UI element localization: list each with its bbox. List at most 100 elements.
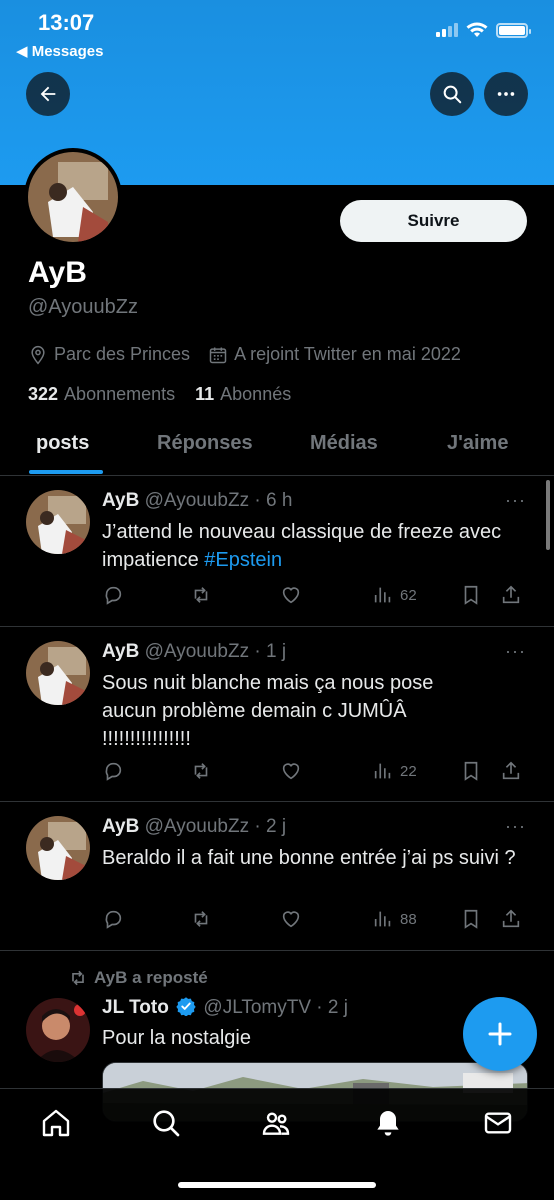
repost-indicator: AyB a reposté	[68, 968, 208, 988]
post-avatar[interactable]	[26, 490, 90, 554]
battery-icon	[496, 22, 531, 38]
views-count: 22	[400, 762, 417, 780]
post-more-button[interactable]: ···	[505, 816, 526, 837]
post-more-button[interactable]: ···	[505, 490, 526, 511]
like-button[interactable]	[280, 584, 302, 606]
nav-notifications[interactable]	[372, 1107, 406, 1141]
reply-icon	[105, 910, 122, 929]
post-author-name[interactable]: AyB	[102, 641, 139, 662]
status-time: 13:07	[38, 10, 95, 35]
following-count[interactable]: 322	[28, 384, 58, 405]
post-author-meta: @AyouubZz · 2 j	[144, 816, 287, 837]
views-button[interactable]: 22	[372, 760, 417, 782]
nav-communities[interactable]	[260, 1107, 294, 1141]
follow-button[interactable]: Suivre	[340, 200, 527, 242]
bookmark-button[interactable]	[460, 584, 482, 606]
search-icon	[443, 85, 462, 104]
post-item[interactable]: AyB @AyouubZz · 1 j ··· Sous nuit blanch…	[0, 627, 554, 802]
reply-icon	[105, 586, 122, 605]
following-label[interactable]: Abonnements	[64, 384, 175, 405]
back-to-messages-link[interactable]: ◀ Messages	[16, 42, 103, 60]
tab-media[interactable]: Médias	[310, 432, 378, 455]
post-item[interactable]: AyB @AyouubZz · 2 j ··· Beraldo il a fai…	[0, 802, 554, 951]
profile-avatar[interactable]	[24, 148, 122, 246]
compose-post-button[interactable]	[463, 997, 537, 1071]
home-icon	[42, 1109, 70, 1137]
tab-likes[interactable]: J'aime	[447, 432, 508, 455]
profile-meta: Parc des Princes A rejoint Twitter en ma…	[28, 344, 461, 365]
post-item[interactable]: AyB @AyouubZz · 6 h ··· J’attend le nouv…	[0, 476, 554, 627]
tab-replies[interactable]: Réponses	[157, 432, 253, 455]
post-header: AyB @AyouubZz · 2 j	[102, 816, 286, 838]
share-button[interactable]	[500, 908, 522, 930]
verified-badge-icon	[176, 997, 196, 1016]
post-more-button[interactable]: ···	[505, 641, 526, 662]
bell-icon	[377, 1111, 399, 1136]
heart-icon	[282, 587, 300, 604]
views-button[interactable]: 62	[372, 584, 417, 606]
post-author-meta: @AyouubZz · 1 j	[144, 641, 287, 662]
views-chart-icon	[374, 911, 391, 927]
like-button[interactable]	[280, 760, 302, 782]
retweet-icon	[72, 970, 84, 986]
post-header: AyB @AyouubZz · 6 h	[102, 490, 292, 512]
post-avatar[interactable]	[26, 816, 90, 880]
retweet-button[interactable]	[190, 760, 212, 782]
post-author-name[interactable]: AyB	[102, 490, 139, 511]
avatar-photo	[28, 152, 118, 242]
plus-icon	[488, 1022, 512, 1046]
nav-home[interactable]	[40, 1107, 74, 1141]
views-chart-icon	[374, 587, 391, 603]
reply-button[interactable]	[102, 908, 124, 930]
tab-posts[interactable]: posts	[36, 432, 89, 455]
like-button[interactable]	[280, 908, 302, 930]
followers-count[interactable]: 11	[195, 384, 214, 405]
post-text: Sous nuit blanche mais ça nous pose aucu…	[102, 672, 434, 750]
post-author-name[interactable]: AyB	[102, 816, 139, 837]
back-button[interactable]	[26, 72, 70, 116]
share-button[interactable]	[500, 584, 522, 606]
more-options-button[interactable]	[484, 72, 528, 116]
home-indicator[interactable]	[178, 1182, 376, 1188]
post-actions: 88	[102, 908, 532, 932]
bookmark-button[interactable]	[460, 908, 482, 930]
wifi-icon	[466, 22, 488, 37]
retweet-icon	[194, 911, 208, 927]
post-text: Beraldo il a fait une bonne entrée j’ai …	[102, 847, 516, 869]
retweet-button[interactable]	[190, 584, 212, 606]
views-chart-icon	[374, 763, 391, 779]
post-author-meta: @JLTomyTV · 2 j	[203, 997, 348, 1018]
repost-label[interactable]: AyB a reposté	[94, 968, 208, 988]
search-button[interactable]	[430, 72, 474, 116]
more-horizontal-icon	[497, 92, 515, 96]
post-author-name[interactable]: JL Toto	[102, 997, 169, 1018]
post-text: Pour la nostalgie	[102, 1027, 251, 1049]
share-icon	[502, 761, 520, 780]
bookmark-button[interactable]	[460, 760, 482, 782]
post-avatar[interactable]	[26, 641, 90, 705]
nav-messages[interactable]	[482, 1107, 516, 1141]
status-icons	[436, 22, 531, 38]
reply-button[interactable]	[102, 760, 124, 782]
share-icon	[502, 909, 520, 928]
nav-search[interactable]	[150, 1107, 184, 1141]
retweet-button[interactable]	[190, 908, 212, 930]
mail-icon	[484, 1112, 512, 1134]
share-button[interactable]	[500, 760, 522, 782]
retweet-icon	[194, 587, 208, 603]
heart-icon	[282, 763, 300, 780]
followers-label[interactable]: Abonnés	[220, 384, 291, 405]
views-button[interactable]: 88	[372, 908, 417, 930]
post-author-meta: @AyouubZz · 6 h	[144, 490, 293, 511]
hashtag-link[interactable]: #Epstein	[204, 549, 282, 571]
reply-button[interactable]	[102, 584, 124, 606]
search-icon	[153, 1110, 180, 1137]
profile-location: Parc des Princes	[54, 344, 191, 364]
signal-icon	[436, 23, 458, 37]
post-avatar[interactable]	[26, 998, 90, 1062]
share-icon	[502, 585, 520, 604]
post-header: AyB @AyouubZz · 1 j	[102, 641, 286, 663]
profile-counts: 322 Abonnements 11 Abonnés	[28, 384, 291, 405]
profile-tabs: posts Réponses Médias J'aime	[0, 420, 554, 476]
status-bar: 13:07 ◀ Messages	[0, 0, 554, 62]
